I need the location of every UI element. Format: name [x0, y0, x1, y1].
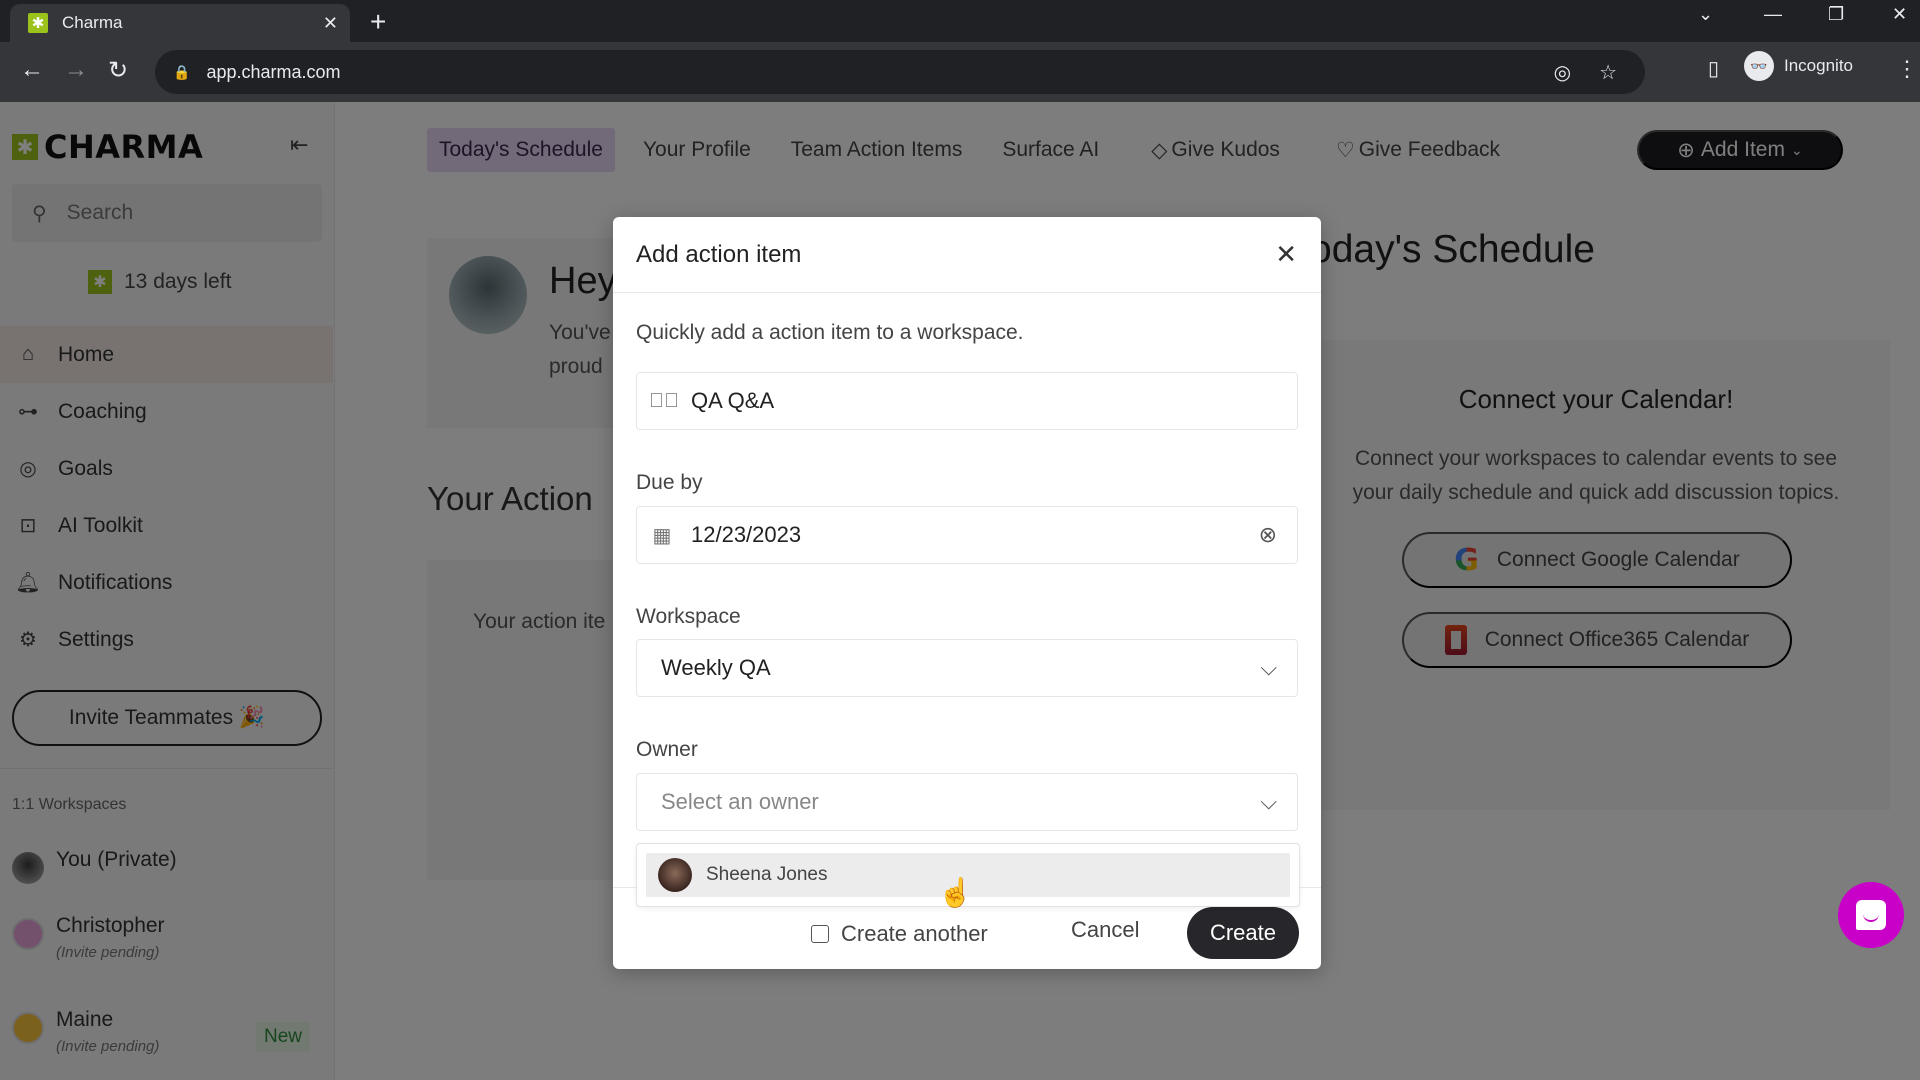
- workspace-value: Weekly QA: [661, 655, 771, 680]
- action-item-title-input[interactable]: ✓⃝ QA Q&A: [636, 372, 1298, 430]
- url-input[interactable]: 🔒 app.charma.com ◎ ☆: [155, 50, 1645, 94]
- cancel-button[interactable]: Cancel: [1071, 917, 1139, 943]
- chevron-down-icon: ⌵: [1260, 789, 1277, 814]
- dialog-description: Quickly add a action item to a workspace…: [636, 321, 1024, 344]
- hand-pointer-cursor-icon: ☝: [938, 877, 973, 908]
- owner-select[interactable]: Select an owner ⌵: [636, 773, 1298, 831]
- incognito-icon: 👓: [1744, 51, 1774, 81]
- incognito-profile[interactable]: 👓 Incognito: [1744, 48, 1853, 84]
- chat-icon: [1856, 900, 1886, 930]
- create-another-label: Create another: [841, 921, 988, 946]
- minimize-icon[interactable]: —: [1764, 4, 1782, 25]
- chevron-down-icon: ⌵: [1260, 655, 1277, 680]
- clear-date-icon[interactable]: ⊗: [1259, 522, 1277, 548]
- close-icon[interactable]: ✕: [1275, 239, 1297, 270]
- due-by-label: Due by: [636, 471, 703, 494]
- owner-label: Owner: [636, 738, 698, 761]
- create-button[interactable]: Create: [1187, 907, 1299, 959]
- bookmark-star-icon[interactable]: ☆: [1599, 60, 1617, 85]
- lock-icon: 🔒: [173, 63, 191, 80]
- dialog-title: Add action item: [636, 240, 802, 268]
- dialog-header: Add action item ✕: [613, 217, 1321, 293]
- create-another-checkbox[interactable]: [811, 925, 829, 943]
- profile-label: Incognito: [1784, 56, 1853, 75]
- avatar: [658, 858, 692, 892]
- tab-search-chevron-icon[interactable]: ⌄: [1698, 4, 1713, 25]
- due-date-value: 12/23/2023: [691, 522, 802, 547]
- create-another-option[interactable]: Create another: [811, 921, 988, 947]
- reload-icon[interactable]: ↻: [108, 56, 128, 85]
- browser-menu-icon[interactable]: ⋮: [1896, 56, 1918, 82]
- window-close-icon[interactable]: ✕: [1892, 4, 1907, 25]
- charma-favicon-icon: ✱: [28, 13, 48, 33]
- owner-option-name: Sheena Jones: [706, 864, 828, 885]
- eye-off-icon[interactable]: ◎: [1554, 60, 1571, 85]
- new-tab-icon[interactable]: +: [370, 6, 386, 38]
- check-circle-icon: ✓⃝: [649, 389, 679, 412]
- calendar-icon: ▦: [652, 524, 672, 547]
- browser-tab-bar: ✱ Charma ✕ + ⌄ — ❐ ✕: [0, 0, 1920, 42]
- url-text: app.charma.com: [206, 61, 341, 82]
- browser-tab[interactable]: ✱ Charma ✕: [10, 4, 350, 42]
- restore-icon[interactable]: ❐: [1828, 4, 1844, 25]
- tab-title: Charma: [62, 13, 123, 32]
- address-bar: ← → ↻ 🔒 app.charma.com ◎ ☆ ▯ 👓 Incognito…: [0, 42, 1920, 102]
- forward-icon[interactable]: →: [64, 56, 88, 84]
- back-icon[interactable]: ←: [20, 56, 44, 84]
- owner-placeholder: Select an owner: [661, 789, 819, 814]
- side-panel-icon[interactable]: ▯: [1708, 56, 1719, 81]
- chat-launcher-button[interactable]: [1838, 882, 1904, 948]
- workspace-select[interactable]: Weekly QA ⌵: [636, 639, 1298, 697]
- due-date-input[interactable]: ▦ 12/23/2023 ⊗: [636, 506, 1298, 564]
- action-item-title-value: QA Q&A: [691, 388, 775, 413]
- tab-close-icon[interactable]: ✕: [323, 13, 338, 34]
- add-action-item-dialog: Add action item ✕ Quickly add a action i…: [613, 217, 1321, 969]
- workspace-label: Workspace: [636, 605, 741, 628]
